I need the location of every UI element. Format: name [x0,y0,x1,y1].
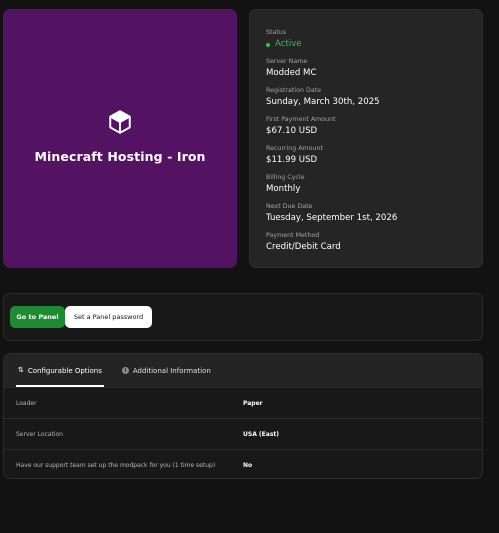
next-due-date-label: Next Due Date [266,203,313,210]
server-name-value: Modded MC [266,68,317,78]
option-label: Have our support team set up the modpack… [16,461,216,469]
options-card: ⇅ Configurable Options i Additional Info… [3,353,483,479]
status-text: Active [275,39,302,49]
status-dot-icon [266,42,270,47]
go-to-panel-button[interactable]: Go to Panel [10,306,65,328]
recurring-amount-row: Recurring Amount $11.99 USD [266,144,466,167]
panel-actions-card: Go to Panel Set a Panel password [3,293,483,341]
first-payment-row: First Payment Amount $67.10 USD [266,115,466,138]
cube-icon [109,110,131,134]
option-row-server-location: Server Location USA (East) [4,418,482,449]
tab-additional-information-label: Additional Information [132,366,211,375]
tab-additional-information[interactable]: i Additional Information [120,354,213,387]
registration-date-value: Sunday, March 30th, 2025 [266,97,380,107]
option-row-loader: Loader Paper [4,387,482,418]
option-value: USA (East) [243,430,279,438]
billing-cycle-value: Monthly [266,184,301,194]
first-payment-value: $67.10 USD [266,126,318,136]
server-name-row: Server Name Modded MC [266,57,466,80]
set-panel-password-button[interactable]: Set a Panel password [65,306,152,328]
billing-cycle-row: Billing Cycle Monthly [266,173,466,196]
option-row-modpack-setup: Have our support team set up the modpack… [4,449,482,478]
server-name-label: Server Name [266,58,308,65]
payment-method-row: Payment Method Credit/Debit Card [266,231,466,254]
product-card: Minecraft Hosting - Iron [3,9,237,268]
option-label: Loader [16,399,37,407]
product-title: Minecraft Hosting - Iron [34,149,206,164]
registration-date-label: Registration Date [266,87,322,94]
status-row: Status Active [266,28,466,51]
payment-method-label: Payment Method [266,232,320,239]
next-due-date-row: Next Due Date Tuesday, September 1st, 20… [266,202,466,225]
status-value: Active [266,38,466,51]
options-tabs: ⇅ Configurable Options i Additional Info… [4,354,482,387]
first-payment-label: First Payment Amount [266,116,336,123]
next-due-date-value: Tuesday, September 1st, 2026 [266,213,398,223]
sort-arrows-icon: ⇅ [18,366,24,374]
option-value: Paper [243,399,263,407]
service-details-card: Status Active Server Name Modded MC Regi… [249,9,483,268]
status-label: Status [266,29,287,36]
recurring-amount-label: Recurring Amount [266,145,323,152]
info-icon: i [121,367,129,374]
payment-method-value: Credit/Debit Card [266,242,341,252]
tab-configurable-options-label: Configurable Options [27,366,102,375]
option-value: No [243,461,253,469]
billing-cycle-label: Billing Cycle [266,174,305,181]
recurring-amount-value: $11.99 USD [266,155,318,165]
option-label: Server Location [16,430,63,438]
registration-date-row: Registration Date Sunday, March 30th, 20… [266,86,466,109]
tab-configurable-options[interactable]: ⇅ Configurable Options [16,354,104,387]
